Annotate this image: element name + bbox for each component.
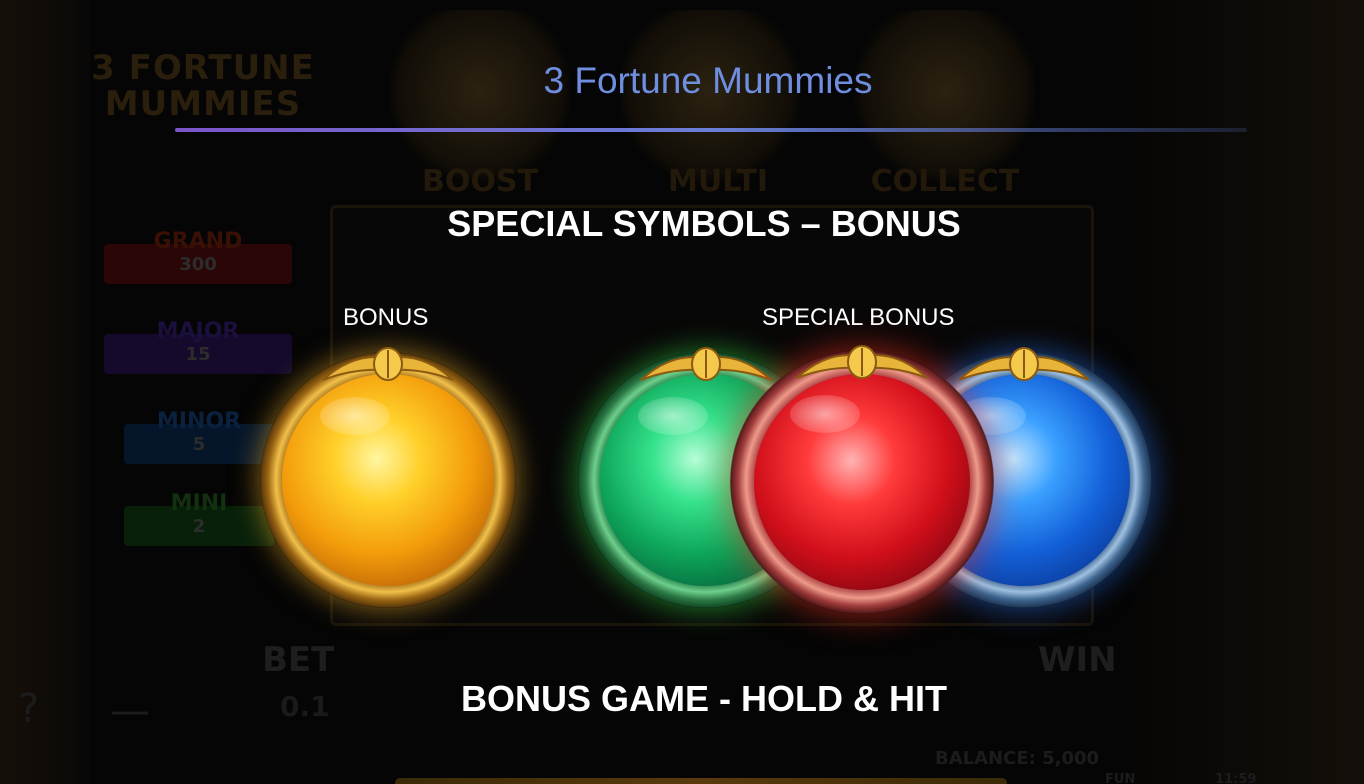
- red-special-orb-symbol: [730, 345, 994, 614]
- fun-mode-label: FUN: [1105, 772, 1136, 784]
- bonus-symbol-label: BONUS: [343, 304, 429, 331]
- jackpot-minor: MINOR 5: [124, 410, 274, 464]
- boost-tag: BOOST: [422, 164, 538, 199]
- win-label: WIN: [1038, 640, 1117, 680]
- jackpot-grand: GRAND 300: [104, 230, 292, 284]
- orb-shine: [320, 397, 390, 435]
- special-bonus-symbol-label: SPECIAL BONUS: [762, 304, 955, 331]
- scarab-crest-icon: [322, 347, 454, 381]
- jackpot-major-label: MAJOR: [156, 319, 240, 344]
- left-pillar-decoration: [0, 0, 90, 784]
- scarab-crest-icon: [796, 345, 928, 379]
- jackpot-major: MAJOR 15: [104, 320, 292, 374]
- orb-glass: [754, 374, 970, 590]
- bonus-game-heading: BONUS GAME - HOLD & HIT: [461, 678, 947, 719]
- scarab-crest-icon: [640, 347, 772, 381]
- jackpot-mini-label: MINI: [170, 491, 228, 516]
- jackpot-mini-value: 2: [192, 516, 206, 537]
- orb-glass: [282, 374, 494, 586]
- right-pillar-decoration: [1134, 0, 1364, 784]
- jackpot-mini: MINI 2: [124, 492, 274, 546]
- paytable-title: 3 Fortune Mummies: [543, 60, 873, 101]
- orb-shine: [638, 397, 708, 435]
- bonus-orb-symbol: [260, 347, 516, 608]
- jackpot-minor-value: 5: [192, 434, 206, 455]
- jackpot-major-value: 15: [185, 344, 211, 365]
- title-divider: [175, 128, 1247, 132]
- scarab-crest-icon: [958, 347, 1090, 381]
- spin-button-edge[interactable]: [395, 778, 1007, 784]
- balance-display: BALANCE: 5,000: [935, 748, 1100, 769]
- collect-tag: COLLECT: [870, 164, 1020, 199]
- jackpot-minor-label: MINOR: [156, 409, 242, 434]
- special-symbols-heading: SPECIAL SYMBOLS – BONUS: [447, 203, 961, 244]
- multi-tag: MULTI: [668, 164, 768, 199]
- jackpot-grand-value: 300: [179, 254, 217, 275]
- orb-shine: [790, 395, 860, 433]
- bet-label: BET: [262, 640, 335, 680]
- clock: 11:59: [1215, 772, 1257, 784]
